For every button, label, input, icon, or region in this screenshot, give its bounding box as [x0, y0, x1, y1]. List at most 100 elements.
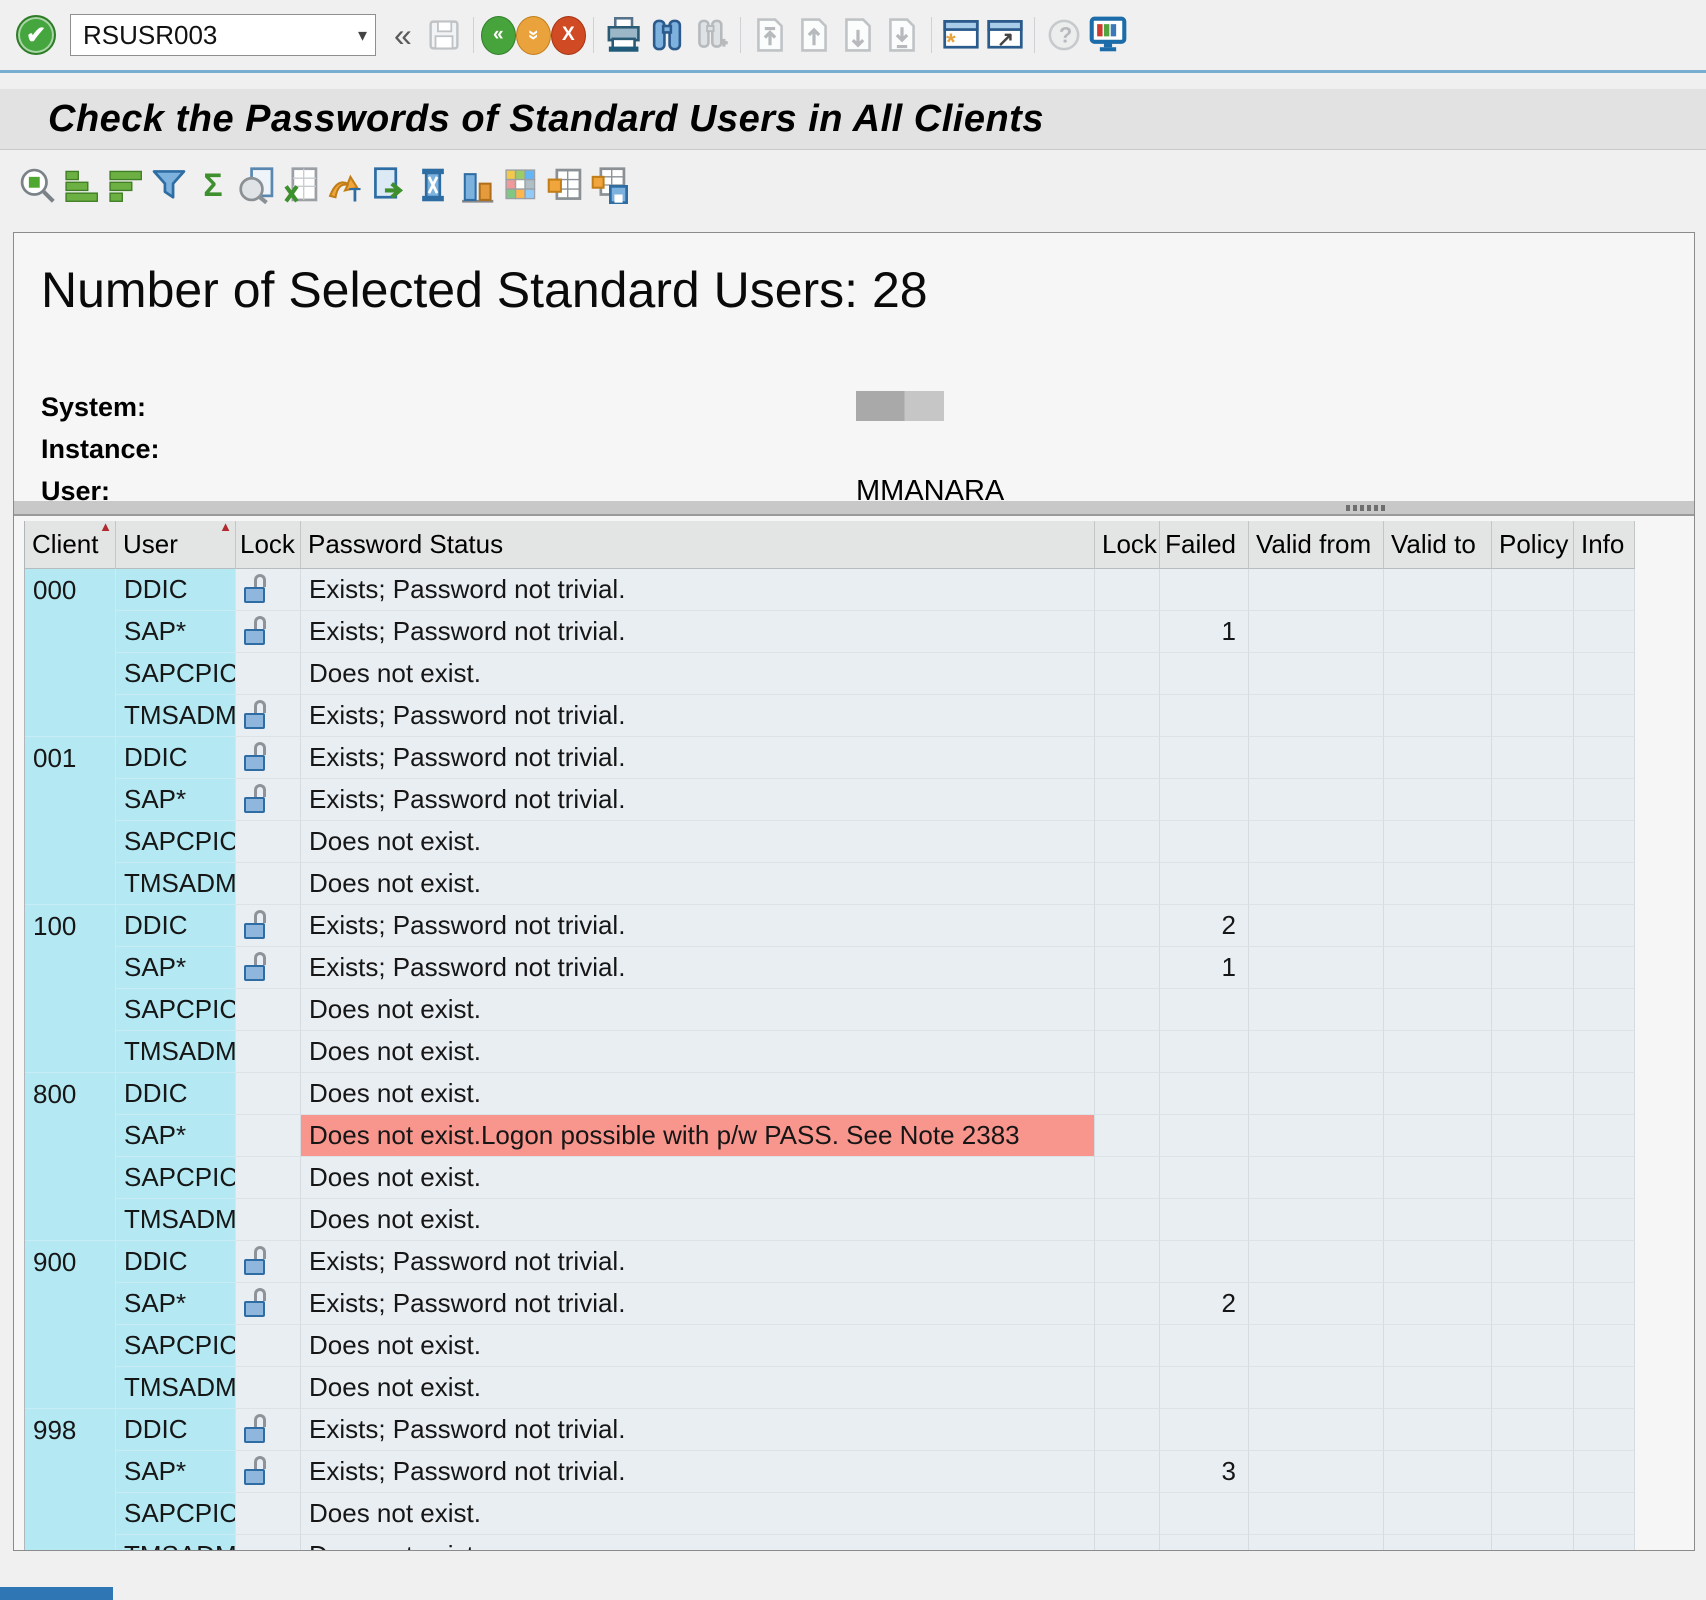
cell-lock2 [1095, 653, 1160, 695]
spreadsheet-export-icon[interactable] [282, 165, 320, 205]
cell-info [1574, 821, 1635, 863]
page-up-icon[interactable] [795, 16, 833, 54]
save-layout-icon[interactable] [590, 165, 628, 205]
unlocked-padlock-icon [240, 614, 274, 650]
cell-policy [1492, 1199, 1574, 1241]
table-row[interactable]: SAPCPICDoes not exist. [25, 1325, 1635, 1367]
print-icon[interactable] [604, 16, 642, 54]
first-page-icon[interactable] [751, 16, 789, 54]
table-row[interactable]: SAP*Exists; Password not trivial.1 [25, 947, 1635, 989]
abc-analysis-icon[interactable] [414, 165, 452, 205]
table-row[interactable]: SAPCPICDoes not exist. [25, 1493, 1635, 1535]
filter-icon[interactable] [150, 165, 188, 205]
total-sum-icon[interactable]: Σ [194, 165, 232, 205]
table-row[interactable]: SAP*Exists; Password not trivial.3 [25, 1451, 1635, 1493]
splitter-bar[interactable] [14, 501, 1694, 516]
cell-user: SAPCPIC [116, 821, 236, 863]
system-value-redacted [856, 391, 944, 421]
cell-failed [1160, 1409, 1249, 1451]
table-row[interactable]: 998DDICExists; Password not trivial. [25, 1409, 1635, 1451]
chevron-down-icon[interactable]: ▾ [358, 25, 367, 46]
new-session-icon[interactable]: * [942, 16, 980, 54]
cancel-icon[interactable]: X [551, 16, 586, 55]
word-processing-icon[interactable]: T [326, 165, 364, 205]
local-file-export-icon[interactable] [370, 165, 408, 205]
cell-valid-from [1249, 1367, 1384, 1409]
column-header-valid_from[interactable]: Valid from [1249, 521, 1384, 569]
table-row[interactable]: 900DDICExists; Password not trivial. [25, 1241, 1635, 1283]
cell-valid-from [1249, 653, 1384, 695]
table-row[interactable]: SAPCPICDoes not exist. [25, 653, 1635, 695]
column-header-label: Valid from [1256, 529, 1371, 560]
table-row[interactable]: TMSADMDoes not exist. [25, 1535, 1635, 1551]
table-row[interactable]: SAP*Exists; Password not trivial.1 [25, 611, 1635, 653]
table-row[interactable]: TMSADMDoes not exist. [25, 1031, 1635, 1073]
table-row[interactable]: SAPCPICDoes not exist. [25, 1157, 1635, 1199]
back-icon[interactable]: « [481, 16, 516, 55]
table-row[interactable]: TMSADMDoes not exist. [25, 1199, 1635, 1241]
cell-password-status: Exists; Password not trivial. [301, 905, 1095, 947]
cell-failed [1160, 863, 1249, 905]
unlocked-padlock-icon [240, 1286, 274, 1322]
table-row[interactable]: TMSADMDoes not exist. [25, 1367, 1635, 1409]
column-header-lock[interactable]: Lock [236, 521, 301, 569]
column-header-policy[interactable]: Policy [1492, 521, 1574, 569]
layout-colors-icon[interactable] [502, 165, 540, 205]
column-header-info[interactable]: Info [1574, 521, 1635, 569]
cell-policy [1492, 695, 1574, 737]
enter-icon[interactable]: ✔ [16, 15, 56, 55]
table-row[interactable]: TMSADMDoes not exist. [25, 863, 1635, 905]
column-header-valid_to[interactable]: Valid to [1384, 521, 1492, 569]
print-preview-icon[interactable] [238, 165, 276, 205]
table-row[interactable]: SAP*Does not exist.Logon possible with p… [25, 1115, 1635, 1157]
graphics-icon[interactable] [458, 165, 496, 205]
table-row[interactable]: SAPCPIC Does not exist. [25, 821, 1635, 863]
detail-icon[interactable] [18, 165, 56, 205]
table-row[interactable]: SAP*Exists; Password not trivial.2 [25, 1283, 1635, 1325]
cell-client [25, 1031, 116, 1073]
save-icon[interactable] [425, 16, 463, 54]
cell-user: SAP* [116, 779, 236, 821]
find-icon[interactable] [648, 16, 686, 54]
cell-valid-to [1384, 1493, 1492, 1535]
help-icon[interactable]: ? [1045, 16, 1083, 54]
table-row[interactable]: 001DDICExists; Password not trivial. [25, 737, 1635, 779]
cell-valid-to [1384, 947, 1492, 989]
unlocked-padlock-icon [240, 572, 274, 608]
transaction-input[interactable]: RSUSR003 ▾ [70, 14, 376, 56]
column-header-lock2[interactable]: Lock [1095, 521, 1160, 569]
cell-password-status: Exists; Password not trivial. [301, 695, 1095, 737]
collapse-toolbar-icon[interactable]: « [394, 19, 412, 51]
cell-lock [236, 1325, 301, 1367]
column-header-user[interactable]: User▲ [116, 521, 236, 569]
table-row[interactable]: TMSADM Exists; Password not trivial. [25, 695, 1635, 737]
cell-info [1574, 863, 1635, 905]
title-bar: Check the Passwords of Standard Users in… [0, 88, 1706, 150]
table-row[interactable]: 800DDICDoes not exist. [25, 1073, 1635, 1115]
change-layout-icon[interactable] [546, 165, 584, 205]
table-row[interactable]: 100DDICExists; Password not trivial.2 [25, 905, 1635, 947]
cell-user: TMSADM [116, 695, 236, 737]
gui-settings-icon[interactable] [1089, 16, 1127, 54]
cell-failed [1160, 989, 1249, 1031]
up-exit-icon[interactable]: « [516, 16, 551, 55]
find-next-icon[interactable] [692, 16, 730, 54]
column-header-failed[interactable]: Failed [1160, 521, 1249, 569]
cell-valid-from [1249, 1115, 1384, 1157]
last-page-icon[interactable] [883, 16, 921, 54]
table-row[interactable]: 000DDICExists; Password not trivial. [25, 569, 1635, 611]
sort-ascending-icon[interactable] [62, 165, 100, 205]
page-down-icon[interactable] [839, 16, 877, 54]
column-header-password_status[interactable]: Password Status [301, 521, 1095, 569]
table-row[interactable]: SAPCPICDoes not exist. [25, 989, 1635, 1031]
cell-password-status: Does not exist. [301, 821, 1095, 863]
create-shortcut-icon[interactable]: ↗ [986, 16, 1024, 54]
cell-valid-from [1249, 1283, 1384, 1325]
column-header-client[interactable]: Client▲ [25, 521, 116, 569]
sort-descending-icon[interactable] [106, 165, 144, 205]
cell-info [1574, 947, 1635, 989]
table-row[interactable]: SAP*Exists; Password not trivial. [25, 779, 1635, 821]
cell-valid-from [1249, 1073, 1384, 1115]
splitter-grip-icon[interactable] [1346, 505, 1385, 511]
unlocked-padlock-icon [240, 1454, 274, 1490]
